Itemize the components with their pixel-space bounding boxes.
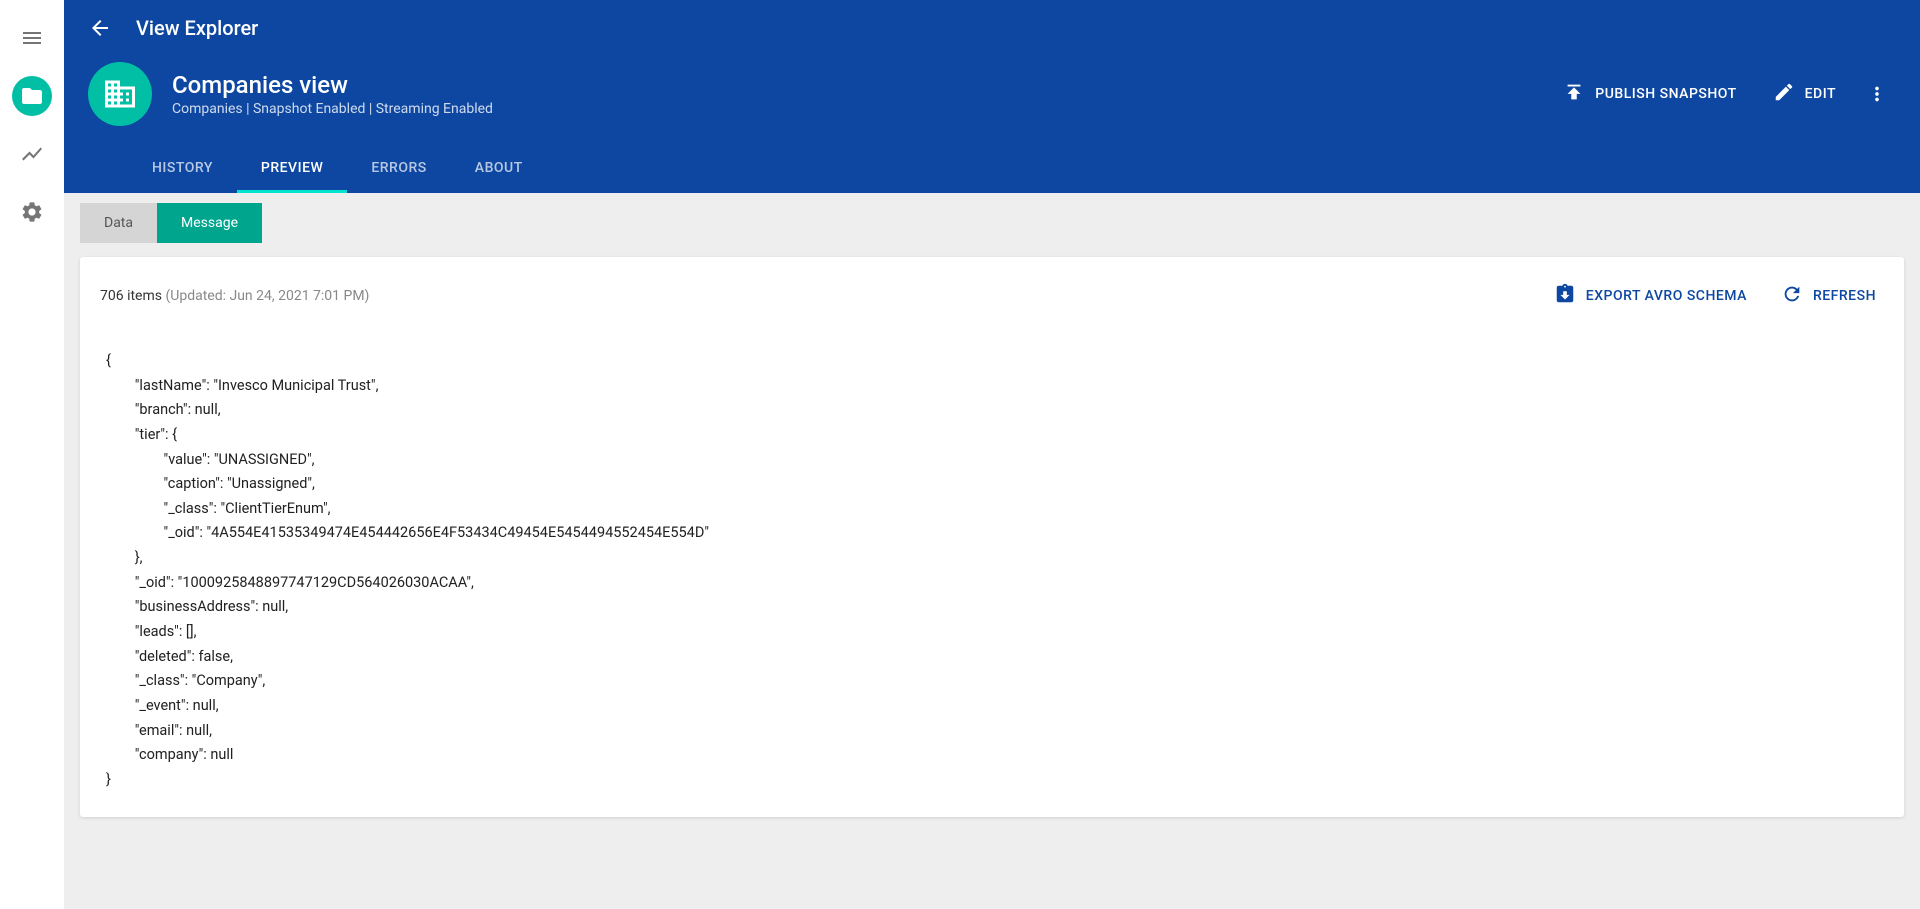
folder-icon[interactable] [12, 76, 52, 116]
json-output: { "lastName": "Invesco Municipal Trust",… [100, 349, 1884, 793]
export-label: EXPORT AVRO SCHEMA [1586, 288, 1747, 304]
chart-icon[interactable] [12, 134, 52, 174]
main-area: View Explorer Companies view Companies |… [64, 0, 1920, 909]
publish-snapshot-button[interactable]: PUBLISH SNAPSHOT [1549, 73, 1750, 115]
tab-preview[interactable]: PREVIEW [237, 146, 347, 193]
header: View Explorer Companies view Companies |… [64, 0, 1920, 193]
more-button[interactable] [1858, 75, 1896, 113]
content: Data Message 706 items (Updated: Jun 24,… [64, 193, 1920, 909]
export-avro-button[interactable]: EXPORT AVRO SCHEMA [1546, 277, 1755, 315]
items-count: 706 items [100, 288, 162, 304]
updated-time: (Updated: Jun 24, 2021 7:01 PM) [162, 288, 369, 304]
tab-errors[interactable]: ERRORS [347, 146, 450, 193]
tab-history[interactable]: HISTORY [128, 146, 237, 193]
edit-button[interactable]: EDIT [1759, 73, 1850, 115]
tab-about[interactable]: ABOUT [451, 146, 547, 193]
preview-card: 706 items (Updated: Jun 24, 2021 7:01 PM… [80, 257, 1904, 817]
refresh-icon [1781, 283, 1803, 309]
export-icon [1554, 283, 1576, 309]
subtab-message[interactable]: Message [157, 203, 262, 243]
left-sidebar [0, 0, 64, 909]
refresh-button[interactable]: REFRESH [1773, 277, 1884, 315]
subtabs: Data Message [80, 203, 1920, 243]
menu-icon[interactable] [12, 18, 52, 58]
edit-label: EDIT [1805, 86, 1836, 102]
publish-label: PUBLISH SNAPSHOT [1595, 86, 1736, 102]
subtab-data[interactable]: Data [80, 203, 157, 243]
back-button[interactable] [88, 16, 112, 40]
settings-icon[interactable] [12, 192, 52, 232]
page-title: View Explorer [136, 16, 258, 40]
view-avatar [88, 62, 152, 126]
view-title: Companies view [172, 71, 493, 99]
tabs: HISTORY PREVIEW ERRORS ABOUT [128, 146, 1896, 193]
view-subtitle: Companies | Snapshot Enabled | Streaming… [172, 101, 493, 117]
edit-icon [1773, 81, 1795, 107]
status-text: 706 items (Updated: Jun 24, 2021 7:01 PM… [100, 288, 369, 304]
refresh-label: REFRESH [1813, 288, 1876, 304]
publish-icon [1563, 81, 1585, 107]
